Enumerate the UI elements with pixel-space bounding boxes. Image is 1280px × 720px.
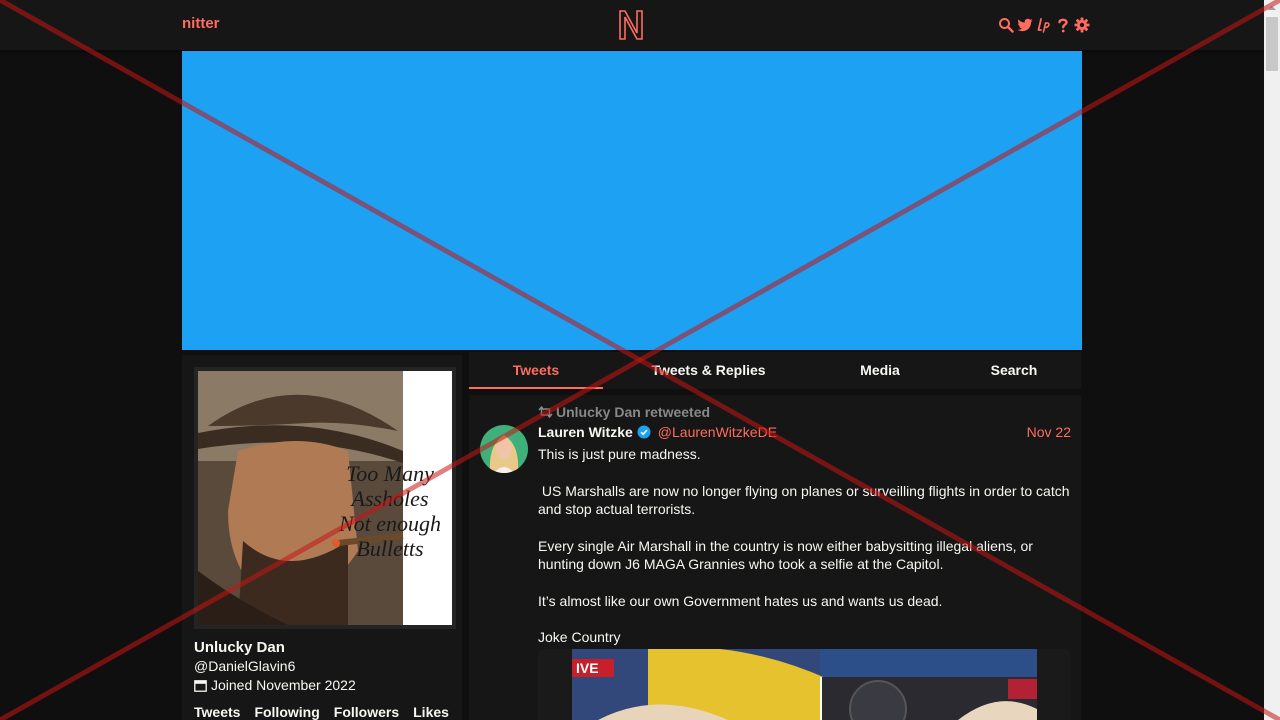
tweet-paragraph: Every single Air Marshall in the country… <box>538 537 1037 573</box>
tweet-author-name[interactable]: Lauren Witzke <box>538 424 633 440</box>
avatar-image: Too Many Assholes Not enough Bulletts <box>198 371 452 625</box>
tweet-header: Lauren Witzke @LaurenWitzkeDE <box>538 424 777 440</box>
profile-joined-text: Joined November 2022 <box>211 677 356 693</box>
calendar-icon <box>194 679 207 692</box>
timeline-tweet[interactable]: Unlucky Dan retweeted Lauren Witzke @Lau… <box>469 395 1081 720</box>
tweet-paragraph: Joke Country <box>538 629 621 645</box>
nav-icon-group <box>998 16 1090 34</box>
timeline-tabs: Tweets Tweets & Replies Media Search <box>469 352 1081 389</box>
stat-likes-label[interactable]: Likes <box>413 704 449 720</box>
twitter-icon[interactable] <box>1017 17 1033 33</box>
retweet-icon <box>538 406 553 418</box>
scroll-thumb[interactable] <box>1266 17 1278 71</box>
tweet-date[interactable]: Nov 22 <box>1027 424 1071 440</box>
tab-tweets-replies[interactable]: Tweets & Replies <box>636 352 781 389</box>
verified-badge-icon <box>637 425 651 439</box>
scroll-up-arrow-icon[interactable] <box>1264 0 1280 16</box>
profile-card: Too Many Assholes Not enough Bulletts Un… <box>182 355 462 720</box>
tweet-content: This is just pure madness. US Marshalls … <box>538 445 1072 665</box>
author-avatar-image <box>480 425 528 473</box>
tweet-paragraph: This is just pure madness. <box>538 446 701 462</box>
profile-stats: Tweets Following Followers Likes <box>194 704 449 720</box>
tweet-author-username[interactable]: @LaurenWitzkeDE <box>658 424 777 440</box>
tweet-paragraph: US Marshalls are now no longer flying on… <box>538 482 1074 518</box>
gear-icon[interactable] <box>1074 17 1090 33</box>
profile-handle[interactable]: @DanielGlavin6 <box>194 658 295 674</box>
tab-search[interactable]: Search <box>962 352 1066 389</box>
lp-icon[interactable] <box>1036 17 1052 33</box>
help-icon[interactable] <box>1055 17 1071 33</box>
stat-following-label[interactable]: Following <box>254 704 319 720</box>
profile-joined: Joined November 2022 <box>194 677 356 693</box>
page-scrollbar[interactable] <box>1264 0 1280 720</box>
profile-name[interactable]: Unlucky Dan <box>194 639 285 656</box>
avatar-caption-line: Too Many <box>346 461 434 486</box>
retweet-label[interactable]: Unlucky Dan retweeted <box>556 404 710 420</box>
nitter-home-link[interactable]: nitter <box>182 15 220 32</box>
top-navbar: nitter <box>0 0 1264 51</box>
profile-avatar[interactable]: Too Many Assholes Not enough Bulletts <box>194 367 456 629</box>
tab-tweets[interactable]: Tweets <box>469 352 603 389</box>
tweet-paragraph: It’s almost like our own Government hate… <box>538 592 943 609</box>
retweet-header: Unlucky Dan retweeted <box>538 404 710 420</box>
tab-media[interactable]: Media <box>827 352 933 389</box>
avatar-caption-line: Not enough <box>338 511 441 536</box>
avatar-caption-line: Bulletts <box>356 536 423 561</box>
tweet-media-image: IVE <box>538 649 1071 720</box>
tweet-author-avatar[interactable] <box>480 425 528 473</box>
live-badge: IVE <box>576 660 599 676</box>
nitter-logo-icon[interactable] <box>618 9 644 41</box>
avatar-caption-line: Assholes <box>350 486 429 511</box>
stat-followers-label[interactable]: Followers <box>334 704 399 720</box>
search-icon[interactable] <box>998 17 1014 33</box>
tweet-media[interactable]: IVE <box>538 649 1071 720</box>
profile-banner[interactable] <box>182 51 1082 350</box>
stat-tweets-label[interactable]: Tweets <box>194 704 240 720</box>
